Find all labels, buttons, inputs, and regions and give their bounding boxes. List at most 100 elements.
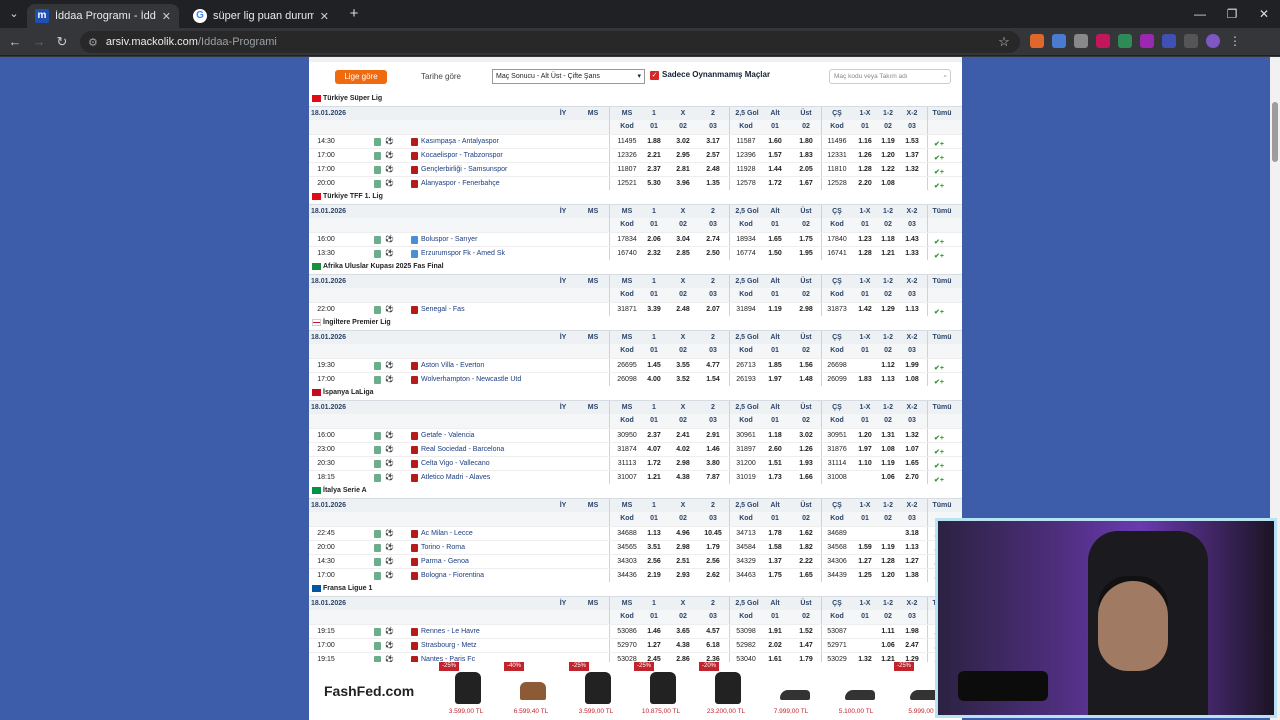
match-teams[interactable]: Strasbourg - Metz [421,639,606,653]
odds-value[interactable]: 3.52 [670,373,696,387]
odds-value[interactable]: 1.75 [792,233,820,247]
odds-value[interactable]: 2.37 [641,163,667,177]
add-coupon-icon[interactable]: ✔+ [934,180,948,190]
stats-icon[interactable] [374,362,381,370]
ad-banner[interactable]: FashFed.com -25% 3.599,00 TL -40% 6.599,40 … [309,662,962,720]
odds-value[interactable]: 3.96 [670,177,696,191]
odds-value[interactable]: 3.39 [641,303,667,317]
add-coupon-icon[interactable]: ✔+ [934,474,948,484]
odds-value[interactable]: 1.72 [762,177,788,191]
odds-value[interactable]: 2.81 [670,163,696,177]
odds-value[interactable]: 2.21 [641,149,667,163]
match-row[interactable]: 13:30 ⚽ Erzurumspor Fk - Amed Sk 16740 2.32 2… [309,246,962,260]
odds-value[interactable]: 6.18 [699,639,727,653]
odds-value[interactable]: 1.83 [792,149,820,163]
match-row[interactable]: 17:00 ⚽ Wolverhampton - Newcastle Utd 26098… [309,372,962,386]
odds-value[interactable]: 1.97 [762,373,788,387]
match-teams[interactable]: Parma - Genoa [421,555,606,569]
tab-search-icon[interactable]: ⌄ [5,5,23,23]
match-teams[interactable]: Erzurumspor Fk - Amed Sk [421,247,606,261]
forward-icon[interactable]: → [31,34,47,49]
odds-value[interactable]: 1.44 [762,163,788,177]
match-row[interactable]: 18:15 ⚽ Atletico Madri - Alaves 31007 1.21 4.… [309,470,962,484]
odds-value[interactable]: 2.62 [699,569,727,583]
bookmark-star-icon[interactable]: ☆ [996,34,1012,50]
odds-value[interactable]: 2.98 [792,303,820,317]
match-teams[interactable]: Getafe - Valencia [421,429,606,443]
odds-value[interactable]: 1.65 [899,457,925,471]
stats-icon[interactable] [374,460,381,468]
match-teams[interactable]: Celta Vigo - Vallecano [421,457,606,471]
odds-value[interactable]: 3.80 [699,457,727,471]
odds-value[interactable]: 1.50 [762,247,788,261]
match-row[interactable]: 19:15 ⚽ Rennes - Le Havre 53086 1.46 3.65 4.57… [309,624,962,638]
odds-value[interactable]: 2.98 [670,541,696,555]
match-row[interactable]: 23:00 ⚽ Real Sociedad - Barcelona 31874 4.07… [309,442,962,456]
close-tab-icon[interactable]: ✕ [320,10,329,23]
odds-value[interactable]: 2.37 [641,429,667,443]
add-coupon-icon[interactable]: ✔+ [934,376,948,386]
odds-value[interactable]: 1.08 [875,177,901,191]
puzzle-icon[interactable] [1184,34,1198,48]
odds-value[interactable]: 2.19 [641,569,667,583]
stats-icon[interactable] [374,432,381,440]
extension-icon[interactable] [1140,34,1154,48]
odds-value[interactable]: 1.53 [899,135,925,149]
maximize-icon[interactable]: ❐ [1216,0,1248,28]
odds-value[interactable]: 1.80 [792,135,820,149]
league-header[interactable]: İngiltere Premier Lig [309,316,962,330]
odds-value[interactable]: 1.12 [875,359,901,373]
odds-value[interactable]: 1.07 [899,443,925,457]
odds-value[interactable]: 1.35 [699,177,727,191]
ad-product[interactable]: 5.100,00 TL [829,662,883,720]
menu-kebab-icon[interactable]: ⋮ [1228,34,1242,48]
extension-icon[interactable] [1030,34,1044,48]
ad-product[interactable]: 7.999,00 TL [764,662,818,720]
stats-icon[interactable] [374,530,381,538]
odds-value[interactable]: 1.18 [875,233,901,247]
ad-product[interactable]: -25% 3.599,00 TL [439,662,493,720]
ad-product[interactable]: -25% 3.599,00 TL [569,662,623,720]
odds-value[interactable]: 2.07 [699,303,727,317]
odds-value[interactable]: 2.05 [792,163,820,177]
odds-value[interactable]: 1.27 [641,639,667,653]
odds-value[interactable]: 1.66 [792,471,820,485]
odds-value[interactable]: 2.22 [792,555,820,569]
odds-value[interactable]: 1.20 [875,149,901,163]
match-row[interactable]: 14:30 ⚽ Parma - Genoa 34303 2.56 2.51 2.56 3432… [309,554,962,568]
match-row[interactable]: 17:00 ⚽ Strasbourg - Metz 52970 1.27 4.38 6.18… [309,638,962,652]
tab-iddaa[interactable]: m İddaa Programı - İddaa sonuçları ✕ [27,4,179,28]
stats-icon[interactable] [374,544,381,552]
odds-value[interactable]: 1.37 [762,555,788,569]
odds-value[interactable]: 1.43 [899,233,925,247]
match-teams[interactable]: Alanyaspor - Fenerbahçe [421,177,606,191]
odds-value[interactable]: 2.91 [699,429,727,443]
odds-value[interactable]: 1.08 [875,443,901,457]
odds-value[interactable]: 1.18 [762,429,788,443]
league-header[interactable]: İtalya Serie A [309,484,962,498]
stats-icon[interactable] [374,572,381,580]
odds-value[interactable]: 1.33 [899,247,925,261]
match-row[interactable]: 14:30 ⚽ Kasımpaşa - Antalyaspor 11495 1.88 3.… [309,134,962,148]
odds-value[interactable]: 4.02 [670,443,696,457]
odds-value[interactable]: 2.32 [641,247,667,261]
match-row[interactable]: 16:00 ⚽ Getafe - Valencia 30950 2.37 2.41 2.91… [309,428,962,442]
odds-value[interactable]: 4.57 [699,625,727,639]
odds-value[interactable]: 2.06 [641,233,667,247]
match-row[interactable]: 20:00 ⚽ Torino - Roma 34565 3.51 2.98 1.79 3458… [309,540,962,554]
new-tab-icon[interactable]: + [345,5,363,23]
odds-value[interactable]: 1.06 [875,471,901,485]
odds-value[interactable]: 2.60 [762,443,788,457]
odds-value[interactable]: 1.72 [641,457,667,471]
match-row[interactable]: 22:00 ⚽ Senegal - Fas 31871 3.39 2.48 2.07 3189… [309,302,962,316]
odds-value[interactable]: 1.31 [875,429,901,443]
odds-value[interactable]: 1.45 [641,359,667,373]
stats-icon[interactable] [374,376,381,384]
odds-value[interactable]: 2.70 [899,471,925,485]
match-teams[interactable]: Rennes - Le Havre [421,625,606,639]
odds-value[interactable]: 1.21 [875,247,901,261]
odds-value[interactable]: 2.95 [670,149,696,163]
odds-value[interactable]: 3.55 [670,359,696,373]
odds-value[interactable]: 1.19 [875,541,901,555]
extension-icon[interactable] [1118,34,1132,48]
